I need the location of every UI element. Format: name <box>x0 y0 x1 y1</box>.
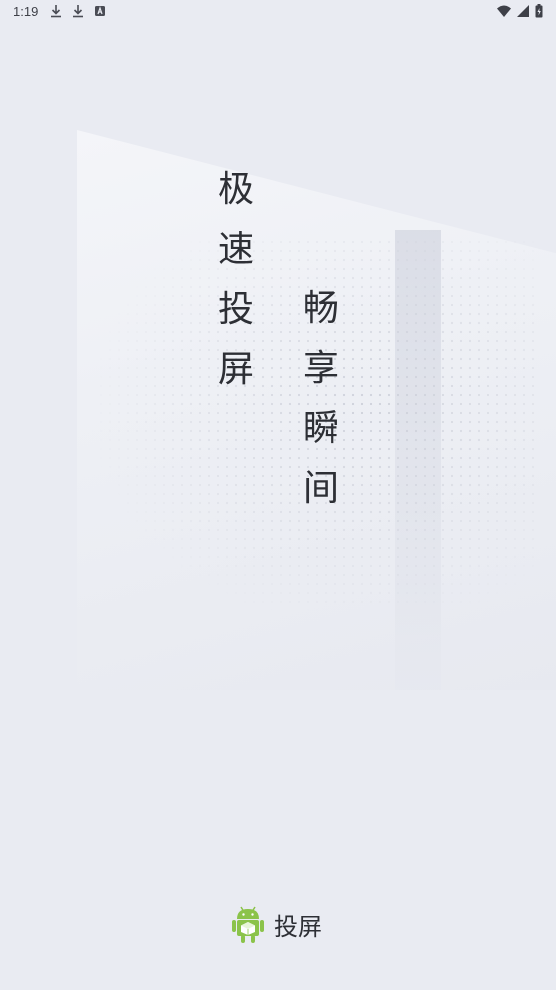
app-brand: 投屏 <box>230 904 322 944</box>
android-logo-icon <box>232 906 264 943</box>
slogan-right-column: 畅 享 瞬 间 <box>301 279 341 519</box>
slogan-char: 瞬 <box>302 408 339 449</box>
slogan-char: 速 <box>217 229 254 270</box>
slogan-char: 畅 <box>302 288 339 329</box>
signal-icon <box>517 5 529 17</box>
app-name: 投屏 <box>274 912 322 941</box>
app-notification-icon <box>95 6 105 16</box>
download-icon <box>73 5 83 18</box>
slogan-char: 极 <box>217 169 254 210</box>
slogan-left-column: 极 速 投 屏 <box>216 160 256 400</box>
status-bar: 1:19 <box>0 0 556 24</box>
system-icons <box>496 3 544 19</box>
download-icon <box>51 5 61 18</box>
slogan-char: 投 <box>217 289 254 330</box>
notification-icons <box>49 3 107 19</box>
slogan-char: 间 <box>302 468 339 509</box>
slogan-char: 屏 <box>217 349 254 390</box>
wifi-icon <box>497 5 511 17</box>
slogan-char: 享 <box>302 348 339 389</box>
battery-icon <box>535 4 543 18</box>
status-time: 1:19 <box>13 4 39 19</box>
